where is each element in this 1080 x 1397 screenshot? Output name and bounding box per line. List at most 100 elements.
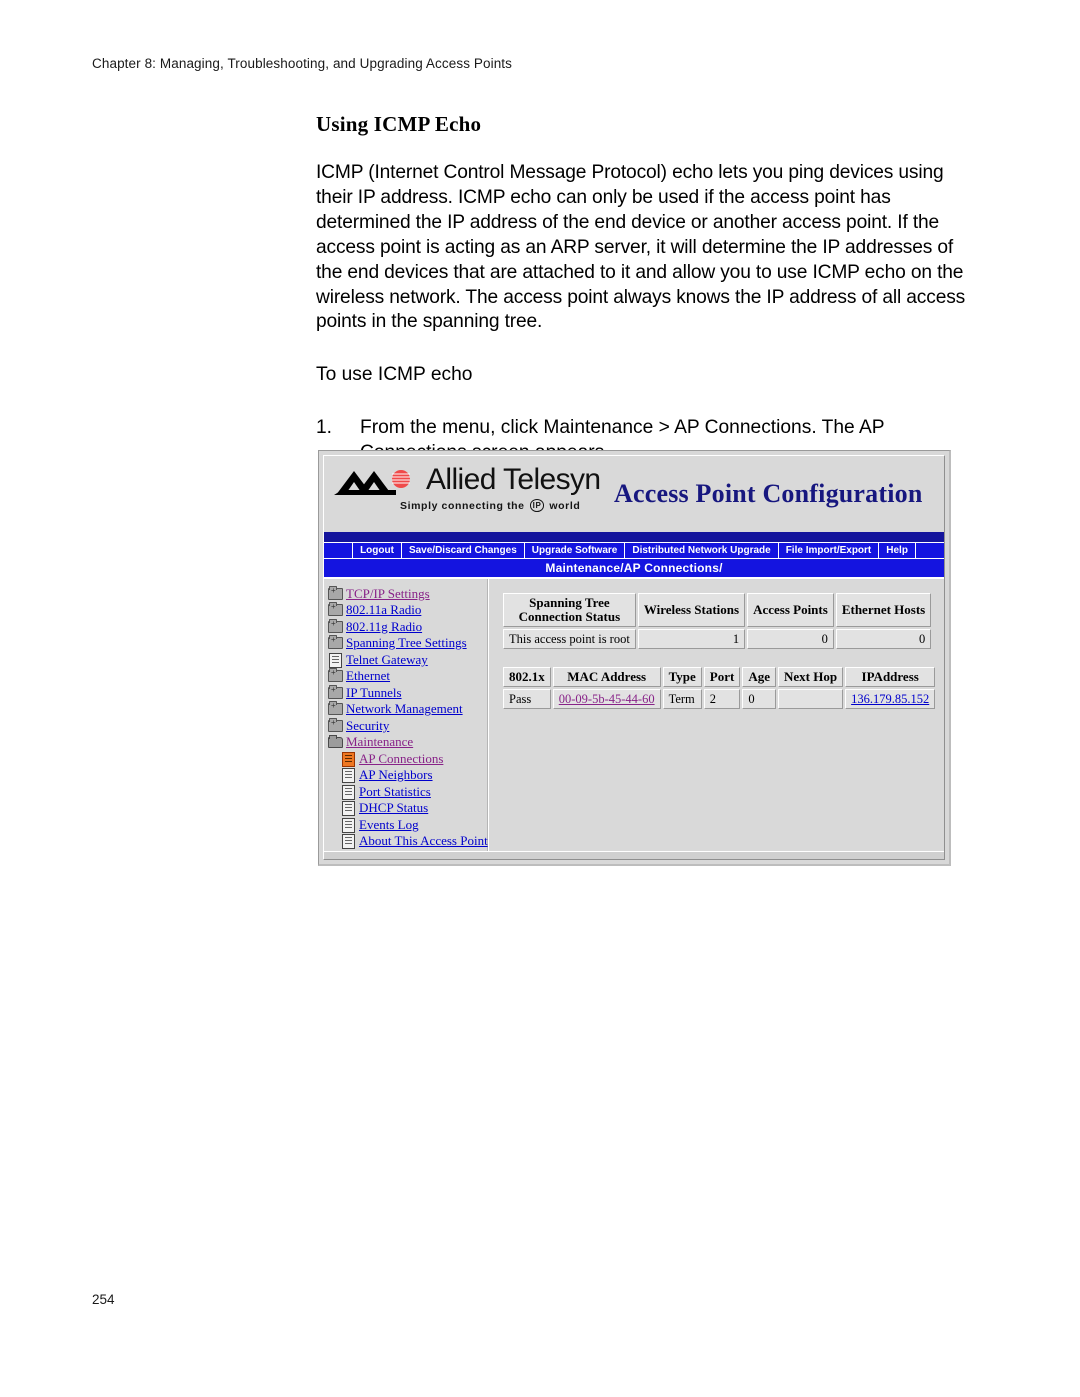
- header-line-1: Spanning Tree: [529, 595, 610, 610]
- header-line-2: Connection Status: [518, 609, 621, 624]
- embedded-screenshot: Allied Telesyn Simply connecting the IP …: [318, 450, 951, 866]
- tree-item-security[interactable]: Security: [328, 717, 487, 734]
- main-content: Spanning Tree Connection Status Wireless…: [488, 579, 944, 859]
- menu-item-help[interactable]: Help: [879, 543, 916, 558]
- tree-item-label[interactable]: Events Log: [359, 817, 419, 832]
- document-selected-icon: [341, 751, 355, 767]
- folder-closed-icon: [328, 701, 343, 716]
- tree-item-label[interactable]: AP Connections: [359, 751, 443, 766]
- tree-item-label[interactable]: IP Tunnels: [346, 685, 402, 700]
- document-icon: [341, 834, 355, 850]
- tree-item-label[interactable]: Ethernet: [346, 668, 390, 683]
- tagline-after: world: [549, 499, 581, 512]
- tree-item-tcp-ip-settings[interactable]: TCP/IP Settings: [328, 585, 487, 602]
- document-icon: [328, 652, 342, 668]
- menu-item-file-import-export[interactable]: File Import/Export: [779, 543, 880, 558]
- column-header-8021x: 802.1x: [503, 667, 551, 687]
- tree-item-port-statistics[interactable]: Port Statistics: [328, 783, 487, 800]
- column-header-type: Type: [662, 667, 702, 687]
- column-header-ip-address: IPAddress: [845, 667, 936, 687]
- column-header-mac-address: MAC Address: [552, 667, 661, 687]
- app-banner: Allied Telesyn Simply connecting the IP …: [324, 456, 944, 532]
- allied-telesyn-logo: Allied Telesyn Simply connecting the IP …: [334, 463, 601, 525]
- folder-closed-icon: [328, 668, 343, 683]
- folder-closed-icon: [328, 618, 343, 633]
- ap-connections-table: 802.1x MAC Address Type Port Age Next Ho…: [501, 665, 937, 711]
- tree-item-label[interactable]: About This Access Point: [359, 833, 488, 848]
- document-icon: [341, 768, 355, 784]
- tree-item-ip-tunnels[interactable]: IP Tunnels: [328, 684, 487, 701]
- logo-wordmark: Allied Telesyn: [426, 463, 601, 496]
- navy-divider: [324, 532, 944, 543]
- cell-next-hop: [778, 689, 844, 709]
- folder-open-icon: [328, 735, 343, 749]
- mac-address-link[interactable]: 00-09-5b-45-44-60: [559, 692, 655, 706]
- column-header-port: Port: [703, 667, 741, 687]
- document-icon: [341, 801, 355, 817]
- spanning-tree-summary-table: Spanning Tree Connection Status Wireless…: [501, 591, 933, 651]
- ip-address-link[interactable]: 136.179.85.152: [851, 692, 929, 706]
- tree-item-label[interactable]: Spanning Tree Settings: [346, 635, 467, 650]
- logo-tagline: Simply connecting the IP world: [400, 499, 580, 512]
- app-title: Access Point Configuration: [614, 479, 923, 508]
- body-column: Using ICMP Echo ICMP (Internet Control M…: [316, 112, 966, 466]
- tree-item-label[interactable]: DHCP Status: [359, 800, 428, 815]
- column-header-wireless-stations: Wireless Stations: [637, 593, 746, 627]
- tree-item-label[interactable]: AP Neighbors: [359, 767, 433, 782]
- column-header-next-hop: Next Hop: [778, 667, 844, 687]
- menu-item-save-discard-changes[interactable]: Save/Discard Changes: [402, 543, 525, 558]
- page-body: TCP/IP Settings802.11a Radio 802.11g Radi…: [324, 579, 944, 859]
- column-header-age: Age: [742, 667, 777, 687]
- tree-item-label[interactable]: 802.11g Radio: [346, 619, 422, 634]
- tree-item-label[interactable]: Network Management: [346, 701, 463, 716]
- tree-item-ap-connections[interactable]: AP Connections: [328, 750, 487, 767]
- cell-ip-address[interactable]: 136.179.85.152: [845, 689, 936, 709]
- tree-item-label[interactable]: Security: [346, 718, 389, 733]
- tree-item-label[interactable]: Telnet Gateway: [346, 652, 428, 667]
- table-row: This access point is root 1 0 0: [503, 629, 932, 649]
- tree-item-telnet-gateway[interactable]: Telnet Gateway: [328, 651, 487, 668]
- navigation-tree[interactable]: TCP/IP Settings802.11a Radio 802.11g Radi…: [324, 579, 488, 859]
- tree-item-label[interactable]: TCP/IP Settings: [346, 586, 430, 601]
- intro-paragraph: ICMP (Internet Control Message Protocol)…: [316, 162, 966, 333]
- document-icon: [341, 784, 355, 800]
- tagline-before: Simply connecting the: [400, 499, 525, 512]
- menu-item-upgrade-software[interactable]: Upgrade Software: [525, 543, 626, 558]
- menu-item-distributed-network-upgrade[interactable]: Distributed Network Upgrade: [625, 543, 779, 558]
- tree-item-maintenance[interactable]: Maintenance: [328, 734, 487, 751]
- ip-badge-icon: IP: [529, 499, 545, 512]
- logo-mark-icon: [334, 470, 410, 495]
- tree-item-label[interactable]: Maintenance: [346, 734, 413, 749]
- tree-item-dhcp-status[interactable]: DHCP Status: [328, 800, 487, 817]
- column-header-access-points: Access Points: [747, 593, 834, 627]
- tree-item-802-11a-radio[interactable]: 802.11a Radio: [328, 602, 487, 619]
- tree-item-spanning-tree-settings[interactable]: Spanning Tree Settings: [328, 635, 487, 652]
- column-header-spanning-tree-status: Spanning Tree Connection Status: [503, 593, 636, 627]
- cell-wireless-stations: 1: [637, 629, 746, 649]
- cell-mac-address[interactable]: 00-09-5b-45-44-60: [552, 689, 661, 709]
- tree-item-label[interactable]: Port Statistics: [359, 784, 431, 799]
- step-number: 1.: [316, 417, 333, 439]
- running-head: Chapter 8: Managing, Troubleshooting, an…: [92, 56, 513, 71]
- tree-item-802-11g-radio[interactable]: 802.11g Radio: [328, 618, 487, 635]
- tree-item-about-this-access-point[interactable]: About This Access Point: [328, 833, 488, 850]
- tree-item-ap-neighbors[interactable]: AP Neighbors: [328, 767, 487, 784]
- cell-port: 2: [703, 689, 741, 709]
- cell-access-points: 0: [747, 629, 834, 649]
- page-title: Using ICMP Echo: [316, 112, 482, 136]
- tree-item-ethernet[interactable]: Ethernet: [328, 668, 487, 685]
- folder-closed-icon: [328, 684, 343, 699]
- folder-closed-icon: [328, 717, 343, 732]
- document-icon: [341, 817, 355, 833]
- tree-item-label[interactable]: 802.11a Radio: [346, 602, 421, 617]
- cell-age: 0: [742, 689, 777, 709]
- cell-8021x-status: Pass: [503, 689, 551, 709]
- menu-item-logout[interactable]: Logout: [352, 543, 402, 558]
- tree-item-network-management[interactable]: Network Management: [328, 701, 487, 718]
- column-header-ethernet-hosts: Ethernet Hosts: [835, 593, 932, 627]
- cell-connection-status: This access point is root: [503, 629, 636, 649]
- window-bottom-edge: [324, 851, 944, 859]
- tree-item-events-log[interactable]: Events Log: [328, 816, 487, 833]
- global-menu-bar[interactable]: Logout Save/Discard Changes Upgrade Softwa…: [324, 543, 944, 559]
- table-header-row: 802.1x MAC Address Type Port Age Next Ho…: [503, 667, 936, 687]
